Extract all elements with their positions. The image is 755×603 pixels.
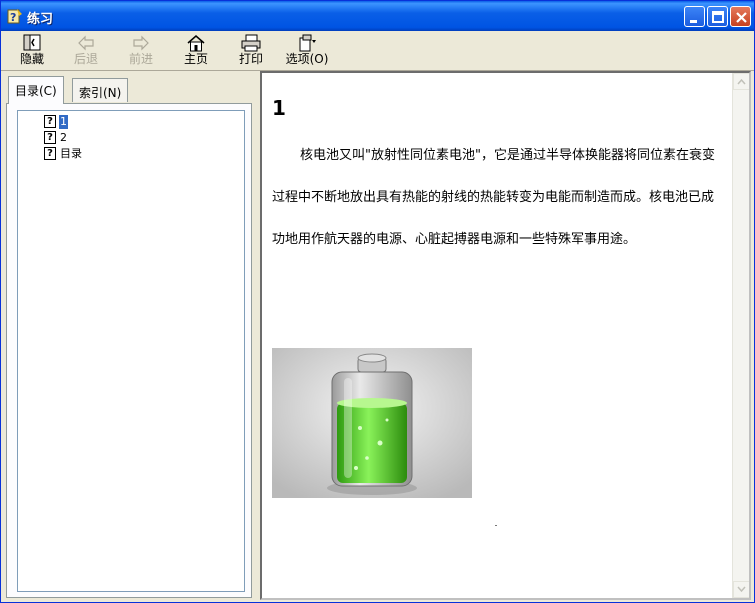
print-label: 打印 — [238, 52, 263, 66]
topic-heading: 1 — [272, 96, 286, 120]
toolbar: 隐藏 后退 前进 主页 打印 选项(O) — [1, 31, 754, 71]
help-topic-icon: ? — [44, 131, 56, 144]
scroll-down-button[interactable] — [733, 581, 749, 598]
scroll-up-button[interactable] — [733, 73, 749, 90]
close-icon — [736, 12, 747, 23]
tab-index[interactable]: 索引(N) — [72, 78, 129, 102]
printer-icon — [241, 34, 261, 52]
hide-pane-icon — [23, 34, 41, 51]
tree-item-label: 目录 — [60, 147, 82, 160]
topic-content-pane: 1 核电池又叫"放射性同位素电池"，它是通过半导体换能器将同位素在衰变过程中不断… — [260, 71, 751, 600]
back-button[interactable]: 后退 — [64, 33, 108, 69]
tree-item-1[interactable]: ? 1 — [44, 115, 68, 130]
svg-text:?: ? — [10, 11, 16, 24]
forward-button[interactable]: 前进 — [119, 33, 163, 69]
title-bar[interactable]: ? 练习 — [1, 1, 754, 31]
tab-contents[interactable]: 目录(C) — [8, 76, 64, 104]
battery-image — [272, 348, 472, 498]
help-app-icon: ? — [7, 8, 23, 24]
print-button[interactable]: 打印 — [229, 33, 273, 69]
contents-tree[interactable]: ? 1 ? 2 ? 目录 — [17, 110, 245, 592]
tree-item-label: 1 — [59, 115, 68, 129]
back-arrow-icon — [78, 35, 94, 51]
home-icon — [187, 35, 205, 52]
navigation-pane: 目录(C) 索引(N) ? 1 ? 2 ? 目录 — [4, 73, 254, 600]
scroll-down-icon — [737, 586, 746, 593]
vertical-scrollbar[interactable] — [732, 73, 749, 598]
home-button[interactable]: 主页 — [174, 33, 218, 69]
minimize-icon — [690, 20, 697, 23]
hide-label: 隐藏 — [19, 52, 44, 66]
back-label: 后退 — [73, 52, 98, 66]
tree-item-contents[interactable]: ? 目录 — [44, 147, 83, 162]
scroll-up-icon — [737, 78, 746, 85]
options-icon — [299, 34, 316, 52]
home-label: 主页 — [183, 52, 208, 66]
options-button[interactable]: 选项(O) — [283, 33, 331, 69]
help-topic-icon: ? — [44, 147, 56, 160]
forward-label: 前进 — [128, 52, 153, 66]
tree-item-2[interactable]: ? 2 — [44, 131, 68, 146]
hide-button[interactable]: 隐藏 — [10, 33, 54, 69]
tab-index-label: 索引(N) — [79, 86, 122, 100]
help-topic-icon: ? — [44, 115, 56, 128]
options-label: 选项(O) — [285, 52, 329, 66]
close-button[interactable] — [730, 6, 751, 27]
window-title: 练习 — [27, 12, 54, 27]
contents-panel: ? 1 ? 2 ? 目录 — [6, 103, 252, 598]
topic-body: 1 核电池又叫"放射性同位素电池"，它是通过半导体换能器将同位素在衰变过程中不断… — [272, 95, 724, 261]
tab-contents-label: 目录(C) — [15, 84, 57, 98]
tree-item-label: 2 — [60, 131, 67, 144]
topic-paragraph: 核电池又叫"放射性同位素电池"，它是通过半导体换能器将同位素在衰变过程中不断地放… — [272, 148, 715, 247]
forward-arrow-icon — [133, 35, 149, 51]
maximize-icon — [712, 11, 724, 23]
minimize-button[interactable] — [684, 6, 705, 27]
stray-dot — [495, 525, 497, 526]
help-window: ? 练习 隐藏 后退 前进 主页 打印 选项(O) 目录(C) 索引(N) ? … — [0, 0, 755, 603]
maximize-button[interactable] — [707, 6, 728, 27]
